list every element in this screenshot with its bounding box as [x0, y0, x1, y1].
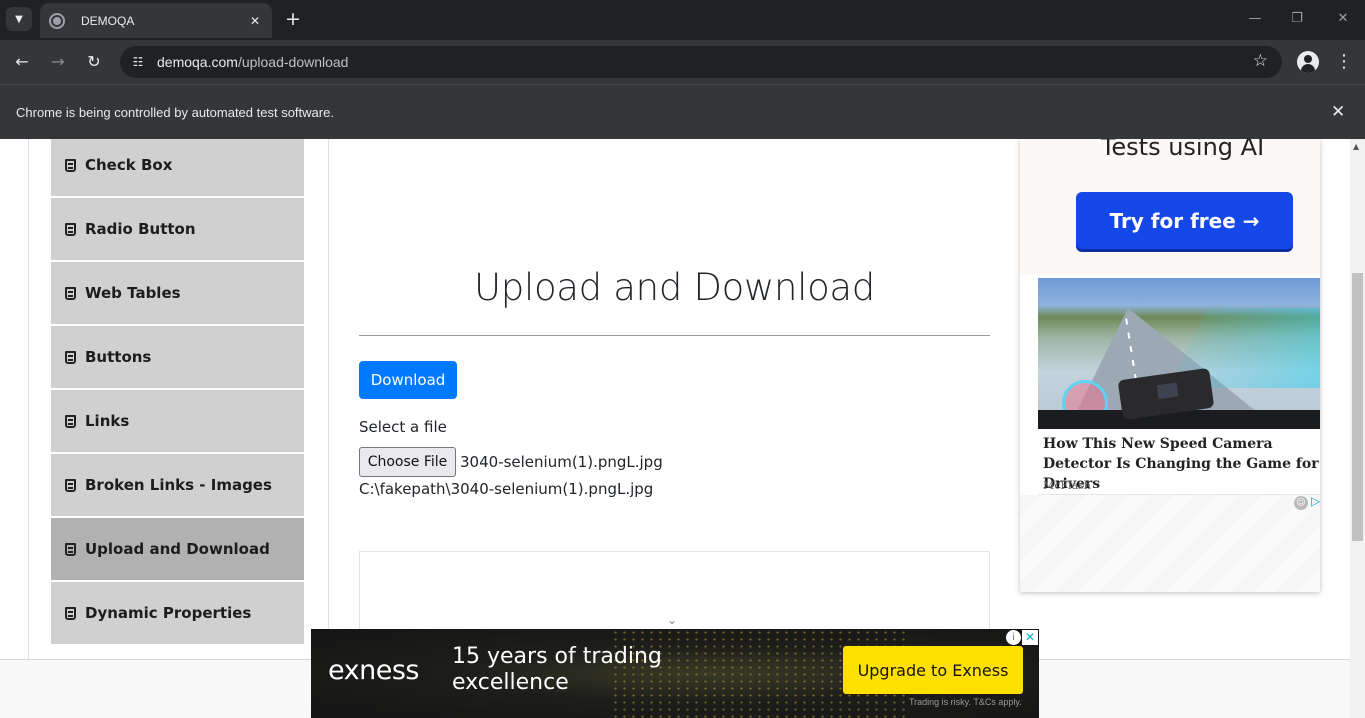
tab-title: DEMOQA — [81, 13, 135, 28]
window-close-button[interactable]: ✕ — [1328, 8, 1358, 30]
upgrade-button[interactable]: Upgrade to Exness — [843, 646, 1023, 694]
uploaded-file-path: C:\fakepath\3040-selenium(1).pngL.jpg — [359, 480, 654, 498]
sidebar-item-label: Buttons — [85, 348, 152, 366]
adchoices-icon[interactable]: ☺ — [1294, 496, 1308, 510]
html5-icon — [65, 542, 76, 556]
globe-icon — [49, 12, 65, 29]
tab-search-button[interactable]: ▼ — [6, 7, 32, 31]
content-divider — [28, 139, 29, 660]
page-scrollbar[interactable]: ▲ — [1350, 139, 1365, 718]
url-text[interactable]: demoqa.com/upload-download — [157, 54, 348, 70]
sidebar-item-broken-links[interactable]: Broken Links - Images — [51, 454, 304, 516]
html5-icon — [65, 414, 76, 428]
title-divider — [359, 335, 990, 336]
adchoices-arrow-icon[interactable]: ▷ — [1311, 494, 1320, 508]
html5-icon — [65, 158, 76, 172]
sidebar-item-label: Dynamic Properties — [85, 604, 252, 622]
side-advertisement[interactable]: Tests using AI Try for free → How This N… — [1020, 139, 1320, 592]
page-title: Upload and Download — [474, 266, 875, 309]
html5-icon — [65, 478, 76, 492]
html5-icon — [65, 286, 76, 300]
ad-background-pattern — [1020, 495, 1320, 592]
forward-button[interactable]: → — [46, 50, 70, 74]
ad-info-icon[interactable]: i — [1006, 630, 1021, 645]
sidebar-item-label: Radio Button — [85, 220, 196, 238]
sidebar-item-label: Links — [85, 412, 130, 430]
profile-avatar[interactable] — [1297, 51, 1319, 73]
bookmark-star-icon[interactable]: ☆ — [1253, 51, 1268, 71]
scroll-up-arrow-icon[interactable]: ▲ — [1353, 142, 1359, 151]
infobar-close-icon[interactable]: ✕ — [1331, 102, 1345, 122]
browser-toolbar: ← → ↻ ☷ demoqa.com/upload-download ☆ ⋮ — [0, 40, 1365, 84]
html5-icon — [65, 350, 76, 364]
sidebar-item-label: Check Box — [85, 156, 173, 174]
sidebar-item-upload-download[interactable]: Upload and Download — [51, 518, 304, 580]
infobar-message: Chrome is being controlled by automated … — [16, 105, 334, 120]
site-settings-icon[interactable]: ☷ — [128, 52, 148, 72]
ad-headline: Tests using AI — [1100, 139, 1265, 161]
sidebar-menu: Check Box Radio Button Web Tables Button… — [51, 139, 304, 646]
sidebar-divider — [328, 139, 329, 660]
select-file-label: Select a file — [359, 418, 447, 436]
sidebar-item-dynamic-properties[interactable]: Dynamic Properties — [51, 582, 304, 644]
new-tab-button[interactable]: + — [282, 8, 304, 30]
chevron-down-icon: ⌄ — [666, 613, 678, 627]
bottom-banner-ad[interactable]: exness 15 years of trading excellence Up… — [311, 629, 1039, 718]
sidebar-item-label: Broken Links - Images — [85, 476, 272, 494]
tab-close-icon[interactable]: ✕ — [246, 12, 264, 30]
sidebar-item-web-tables[interactable]: Web Tables — [51, 262, 304, 324]
ad-disclaimer: Trading is risky. T&Cs apply. — [909, 697, 1022, 707]
automation-infobar: Chrome is being controlled by automated … — [0, 84, 1365, 139]
chosen-file-name: 3040-selenium(1).pngL.jpg — [460, 453, 663, 471]
html5-icon — [65, 606, 76, 620]
browser-tab[interactable]: DEMOQA ✕ — [40, 3, 272, 38]
ad-header: Tests using AI Try for free → — [1020, 139, 1320, 275]
speed-camera-image[interactable] — [1038, 278, 1320, 429]
sidebar-item-links[interactable]: Links — [51, 390, 304, 452]
browser-menu-icon[interactable]: ⋮ — [1335, 50, 1353, 74]
sidebar-item-radio-button[interactable]: Radio Button — [51, 198, 304, 260]
download-button[interactable]: Download — [359, 361, 457, 399]
sidebar-item-check-box[interactable]: Check Box — [51, 139, 304, 196]
html5-icon — [65, 222, 76, 236]
choose-file-button[interactable]: Choose File — [359, 447, 456, 477]
browser-tab-bar: ▼ DEMOQA ✕ + — ❐ ✕ — [0, 0, 1365, 40]
scrollbar-thumb[interactable] — [1352, 273, 1363, 541]
try-for-free-button[interactable]: Try for free → — [1076, 192, 1293, 249]
minimize-button[interactable]: — — [1240, 8, 1270, 30]
sidebar-item-label: Web Tables — [85, 284, 181, 302]
address-bar[interactable]: ☷ demoqa.com/upload-download ☆ — [120, 46, 1282, 78]
ad-tagline: 15 years of trading excellence — [452, 644, 662, 695]
ad-image-dashboard — [1038, 410, 1320, 429]
back-button[interactable]: ← — [10, 50, 34, 74]
exness-logo: exness — [328, 655, 419, 686]
restore-button[interactable]: ❐ — [1282, 8, 1312, 30]
sidebar-item-buttons[interactable]: Buttons — [51, 326, 304, 388]
ad-close-icon[interactable]: ✕ — [1022, 630, 1038, 645]
ad-story-source: McFlash — [1043, 479, 1091, 492]
sidebar-item-label: Upload and Download — [85, 540, 270, 558]
reload-button[interactable]: ↻ — [82, 50, 106, 74]
